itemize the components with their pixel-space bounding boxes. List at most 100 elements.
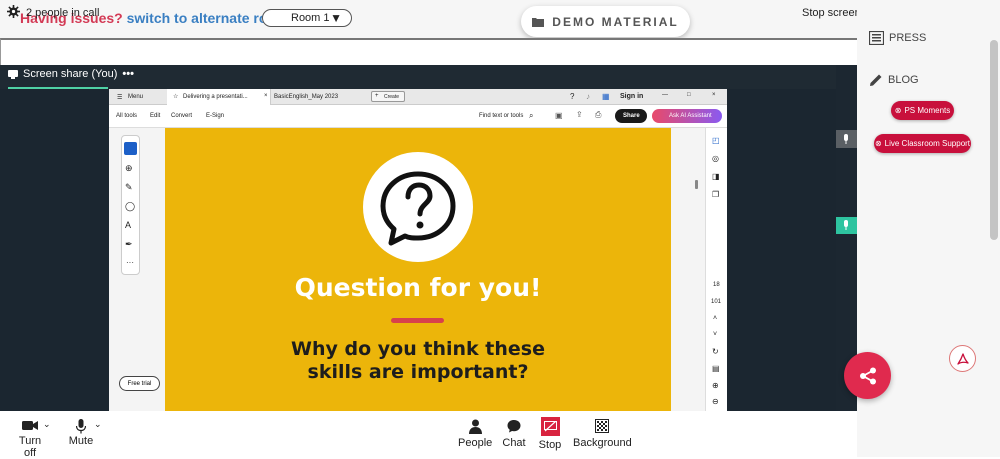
press-link[interactable]: PRESS — [869, 31, 926, 45]
live-support-label: Live Classroom Support — [884, 139, 971, 148]
share-label: Share — [623, 113, 640, 119]
people-label: People — [458, 437, 493, 449]
presentation-slide: Question for you! Why do you think these… — [165, 128, 671, 411]
question-icon-circle — [363, 152, 473, 262]
background-control[interactable]: Background — [573, 419, 632, 449]
more-icon[interactable]: ••• — [122, 68, 134, 80]
monitor-icon — [8, 69, 18, 79]
chevron-down-icon[interactable]: ⌄ — [94, 419, 102, 430]
free-trial-button[interactable]: Free trial — [119, 376, 160, 391]
star-icon[interactable]: ☆ — [173, 93, 178, 100]
blog-label: BLOG — [888, 74, 919, 86]
participant-tile-active[interactable] — [836, 217, 857, 234]
close-window-icon[interactable]: × — [712, 92, 716, 98]
zoom-tool-icon[interactable]: ⊕ — [125, 163, 133, 174]
page-icon[interactable]: ▤ — [712, 364, 720, 373]
share-button[interactable]: Share — [615, 109, 647, 123]
tool-esign[interactable]: E-Sign — [206, 113, 224, 119]
gear-icon[interactable] — [7, 5, 20, 18]
tool-edit[interactable]: Edit — [150, 113, 160, 119]
close-icon[interactable]: × — [264, 93, 268, 99]
people-control[interactable]: People — [458, 419, 492, 449]
lasso-tool-icon[interactable]: ◯ — [125, 201, 135, 212]
bookmark-icon[interactable]: ◨ — [712, 172, 720, 181]
blog-link[interactable]: BLOG — [869, 73, 919, 87]
document-tab[interactable]: BasicEnglish_May 2023 — [274, 94, 338, 100]
stop-share-icon — [540, 417, 560, 436]
background-icon — [595, 419, 609, 433]
document-tab-active[interactable]: ☆ Delivering a presentati... × — [167, 89, 271, 105]
stop-screen-button[interactable]: Stop screen — [802, 7, 861, 19]
stamp-tool-icon[interactable]: ✒ — [125, 239, 133, 250]
page-number[interactable]: 18 — [713, 282, 720, 288]
chevron-down-icon[interactable]: ˅ — [713, 331, 717, 338]
question-bubble-icon — [380, 171, 456, 246]
pen-tool-icon[interactable]: ✎ — [125, 182, 133, 193]
tool-convert[interactable]: Convert — [171, 113, 192, 119]
room-select[interactable]: Room 1 ▼ — [262, 9, 352, 27]
comment-icon[interactable]: ◎ — [712, 154, 719, 163]
refresh-icon[interactable]: ↻ — [712, 347, 719, 356]
plus-icon: + — [375, 93, 379, 99]
pdf-button[interactable] — [949, 345, 976, 372]
close-circle-icon: ⊗ — [894, 106, 902, 115]
camera-label: Turn off — [18, 435, 42, 459]
slide-title: Question for you! — [294, 273, 542, 302]
tab-label: Delivering a presentati... — [183, 94, 248, 100]
search-icon[interactable]: ⌕ — [529, 111, 533, 121]
document-scrollbar-thumb[interactable] — [695, 180, 698, 189]
slide-question: Why do you think these skills are import… — [291, 338, 545, 383]
active-tab-indicator — [8, 87, 108, 89]
minimize-icon[interactable]: — — [662, 92, 668, 98]
copy-icon[interactable]: ❐ — [712, 190, 719, 199]
mic-control[interactable]: Mute — [66, 419, 96, 447]
call-header — [0, 38, 857, 65]
edit-pdf-icon[interactable]: ◰ — [712, 136, 720, 145]
stop-share-control[interactable]: Stop — [537, 417, 563, 451]
find-tools-label[interactable]: Find text or tools — [479, 113, 523, 119]
zoom-in-icon[interactable]: ⊕ — [712, 381, 719, 390]
chat-control[interactable]: Chat — [500, 419, 528, 449]
save-icon[interactable]: ▣ — [555, 111, 563, 120]
screen-share-tab[interactable]: Screen share (You) ••• — [8, 68, 134, 80]
bell-icon[interactable]: ♪ — [586, 92, 590, 101]
share-fab-button[interactable] — [844, 352, 891, 399]
newspaper-icon — [869, 31, 884, 45]
mic-label: Mute — [68, 435, 94, 447]
text-tool-icon[interactable]: A — [125, 220, 131, 230]
camera-icon — [22, 421, 38, 430]
demo-material-button[interactable]: DEMO MATERIAL — [521, 6, 690, 37]
share-icon — [859, 367, 876, 384]
chevron-up-icon[interactable]: ˄ — [713, 315, 717, 322]
chevron-down-icon[interactable]: ⌄ — [43, 419, 51, 430]
document-scroll-area — [671, 128, 705, 411]
upload-icon[interactable]: ⇪ — [576, 110, 583, 119]
ps-moments-button[interactable]: ⊗ PS Moments — [891, 101, 954, 120]
apps-icon[interactable]: ▦ — [602, 92, 610, 101]
chat-label: Chat — [502, 437, 526, 449]
stop-label: Stop — [538, 439, 562, 451]
ai-assistant-button[interactable]: Ask AI Assistant — [652, 109, 722, 123]
maximize-icon[interactable]: □ — [687, 92, 691, 98]
demo-material-label: DEMO MATERIAL — [552, 14, 679, 29]
create-button[interactable]: + Create — [371, 91, 405, 102]
print-icon[interactable]: ⎙ — [595, 110, 601, 120]
slide-divider — [391, 318, 444, 323]
screen-share-label: Screen share (You) — [23, 68, 118, 80]
annotation-toolbar: ⊕ ✎ ◯ A ✒ ··· — [121, 135, 140, 275]
acrobat-toolbar: All tools Edit Convert E-Sign Find text … — [109, 105, 727, 128]
zoom-out-icon[interactable]: ⊖ — [712, 397, 719, 406]
tool-all-tools[interactable]: All tools — [116, 113, 137, 119]
call-controls — [0, 411, 857, 457]
menu-label[interactable]: Menu — [128, 94, 143, 100]
help-icon[interactable]: ? — [570, 92, 574, 101]
participant-tile[interactable] — [836, 130, 857, 148]
live-support-button[interactable]: ⊗ Live Classroom Support — [874, 134, 971, 153]
select-tool-icon[interactable] — [124, 142, 137, 155]
acrobat-right-rail: ◰ ◎ ◨ ❐ 18 101 ˄ ˅ ↻ ▤ ⊕ ⊖ — [705, 128, 727, 411]
sign-in-link[interactable]: Sign in — [620, 93, 643, 100]
more-tools-icon[interactable]: ··· — [126, 258, 134, 267]
sidebar-scrollbar[interactable] — [990, 40, 998, 240]
chat-icon — [507, 420, 521, 433]
menu-icon[interactable]: ☰ — [117, 94, 122, 101]
